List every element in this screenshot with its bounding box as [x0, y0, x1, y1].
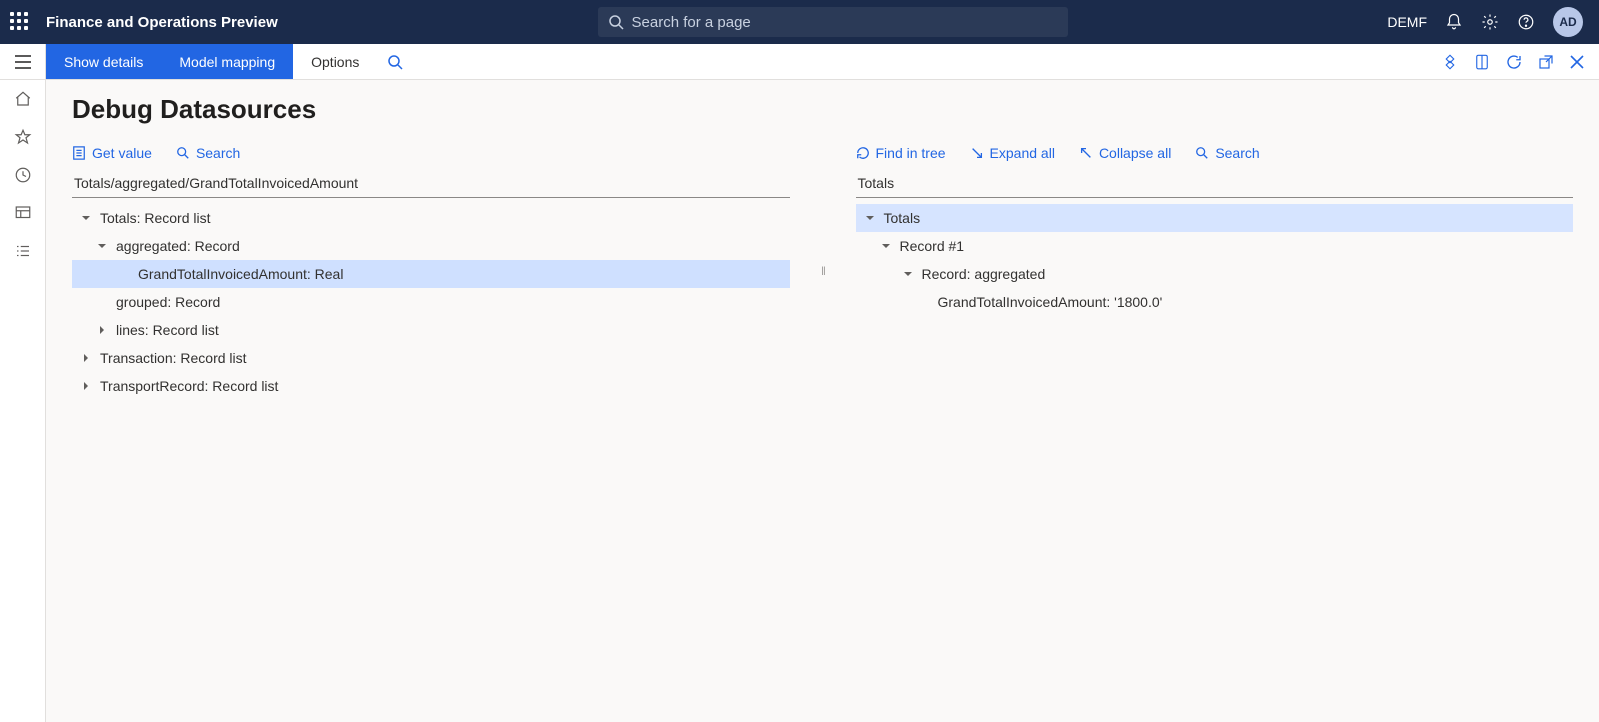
workspace-icon[interactable] — [14, 204, 32, 222]
left-search-button[interactable]: Search — [176, 145, 240, 161]
right-search-button[interactable]: Search — [1195, 145, 1259, 161]
tab-model-mapping[interactable]: Model mapping — [161, 44, 293, 79]
right-search-label: Search — [1215, 145, 1259, 161]
tree-row[interactable]: Transaction: Record list — [72, 344, 790, 372]
ribbon-right-tools — [1441, 44, 1599, 79]
get-value-button[interactable]: Get value — [72, 145, 152, 161]
tree-label: GrandTotalInvoicedAmount: Real — [132, 266, 343, 282]
tree-caret-icon[interactable] — [94, 325, 110, 335]
left-rail — [0, 80, 46, 722]
help-icon[interactable] — [1517, 13, 1535, 31]
tree-row[interactable]: GrandTotalInvoicedAmount: Real — [72, 260, 790, 288]
tree-label: Transaction: Record list — [94, 350, 247, 366]
right-path[interactable]: Totals — [856, 169, 1574, 198]
right-tree: Totals Record #1 Record: aggregated GrandTo… — [856, 204, 1574, 316]
left-tree: Totals: Record list aggregated: Record Gra… — [72, 204, 790, 400]
header-center — [278, 7, 1388, 37]
right-toolbar: Find in tree Expand all Collapse all Sea… — [856, 141, 1574, 169]
recent-icon[interactable] — [14, 166, 32, 184]
tree-row[interactable]: lines: Record list — [72, 316, 790, 344]
find-in-tree-button[interactable]: Find in tree — [856, 145, 946, 161]
star-icon[interactable] — [14, 128, 32, 146]
tree-label: GrandTotalInvoicedAmount: '1800.0' — [932, 294, 1163, 310]
header-right: DEMF AD — [1387, 7, 1589, 37]
collapse-all-label: Collapse all — [1099, 145, 1171, 161]
app-launcher-icon[interactable] — [10, 12, 30, 32]
modules-icon[interactable] — [14, 242, 32, 260]
tree-label: TransportRecord: Record list — [94, 378, 278, 394]
tree-caret-icon[interactable] — [900, 269, 916, 279]
avatar[interactable]: AD — [1553, 7, 1583, 37]
collapse-all-button[interactable]: Collapse all — [1079, 145, 1171, 161]
tab-show-details[interactable]: Show details — [46, 44, 161, 79]
search-icon — [608, 14, 624, 30]
panels: Get value Search Totals/aggregated/Grand… — [72, 141, 1573, 400]
tree-label: aggregated: Record — [110, 238, 240, 254]
tree-label: Totals: Record list — [94, 210, 210, 226]
tab-options[interactable]: Options — [293, 44, 377, 79]
tree-label: Record #1 — [894, 238, 965, 254]
tree-row[interactable]: Record: aggregated — [856, 260, 1574, 288]
body: Debug Datasources Get value Search Total… — [0, 80, 1599, 722]
tree-caret-icon[interactable] — [862, 213, 878, 223]
tree-caret-icon[interactable] — [94, 241, 110, 251]
hamburger-icon[interactable] — [0, 44, 46, 79]
tree-caret-icon[interactable] — [78, 213, 94, 223]
left-toolbar: Get value Search — [72, 141, 790, 169]
ribbon-search-icon[interactable] — [377, 44, 413, 79]
tree-row[interactable]: TransportRecord: Record list — [72, 372, 790, 400]
refresh-icon[interactable] — [1505, 53, 1523, 71]
tree-label: lines: Record list — [110, 322, 219, 338]
left-path[interactable]: Totals/aggregated/GrandTotalInvoicedAmou… — [72, 169, 790, 198]
tree-row[interactable]: grouped: Record — [72, 288, 790, 316]
left-search-label: Search — [196, 145, 240, 161]
main-content: Debug Datasources Get value Search Total… — [46, 80, 1599, 722]
tree-label: grouped: Record — [110, 294, 220, 310]
global-search[interactable] — [598, 7, 1068, 37]
get-value-label: Get value — [92, 145, 152, 161]
panel-splitter[interactable]: ‖ — [820, 141, 826, 400]
close-icon[interactable] — [1569, 54, 1585, 70]
gear-icon[interactable] — [1481, 13, 1499, 31]
action-ribbon: Show details Model mapping Options — [0, 44, 1599, 80]
diamonds-icon[interactable] — [1441, 53, 1459, 71]
datasource-panel: Get value Search Totals/aggregated/Grand… — [72, 141, 790, 400]
expand-all-label: Expand all — [990, 145, 1055, 161]
app-title: Finance and Operations Preview — [46, 14, 278, 31]
tree-label: Totals — [878, 210, 921, 226]
page-title: Debug Datasources — [72, 94, 1573, 125]
popout-icon[interactable] — [1537, 53, 1555, 71]
tree-row[interactable]: aggregated: Record — [72, 232, 790, 260]
find-in-tree-label: Find in tree — [876, 145, 946, 161]
tree-row[interactable]: Totals — [856, 204, 1574, 232]
tree-caret-icon[interactable] — [78, 381, 94, 391]
tree-label: Record: aggregated — [916, 266, 1046, 282]
tree-row[interactable]: GrandTotalInvoicedAmount: '1800.0' — [856, 288, 1574, 316]
tree-row[interactable]: Record #1 — [856, 232, 1574, 260]
expand-all-button[interactable]: Expand all — [970, 145, 1055, 161]
global-search-input[interactable] — [632, 14, 1058, 31]
tree-caret-icon[interactable] — [78, 353, 94, 363]
global-header: Finance and Operations Preview DEMF AD — [0, 0, 1599, 44]
values-panel: Find in tree Expand all Collapse all Sea… — [856, 141, 1574, 400]
bell-icon[interactable] — [1445, 13, 1463, 31]
panel-icon[interactable] — [1473, 53, 1491, 71]
tree-row[interactable]: Totals: Record list — [72, 204, 790, 232]
tree-caret-icon[interactable] — [878, 241, 894, 251]
home-icon[interactable] — [14, 90, 32, 108]
legal-entity[interactable]: DEMF — [1387, 14, 1427, 30]
